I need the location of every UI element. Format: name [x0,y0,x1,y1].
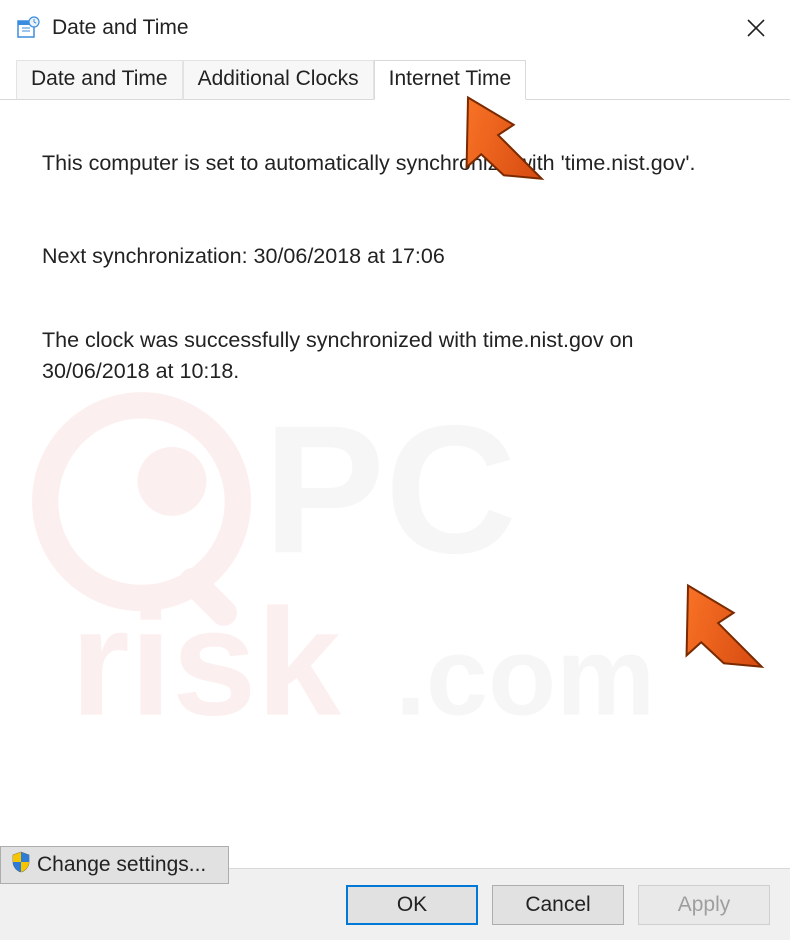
tab-additional-clocks[interactable]: Additional Clocks [183,60,374,100]
sync-status-text: This computer is set to automatically sy… [42,148,742,179]
tab-internet-time[interactable]: Internet Time [374,60,527,100]
close-button[interactable] [732,4,780,52]
change-settings-label: Change settings... [37,853,206,877]
cancel-button[interactable]: Cancel [492,885,624,925]
watermark: PC risk .com [30,380,760,754]
svg-text:.com: .com [395,614,655,739]
last-sync-text: The clock was successfully synchronized … [42,325,742,386]
svg-text:risk: risk [71,578,342,745]
close-icon [747,19,765,37]
apply-button: Apply [638,885,770,925]
ok-button[interactable]: OK [346,885,478,925]
tab-strip: Date and Time Additional Clocks Internet… [0,56,790,100]
window-title: Date and Time [52,16,732,40]
date-time-icon [16,16,40,40]
titlebar: Date and Time [0,0,790,56]
change-settings-button[interactable]: Change settings... [0,846,229,884]
tab-content: PC risk .com This computer is set to aut… [0,100,790,868]
tab-date-and-time[interactable]: Date and Time [16,60,183,100]
uac-shield-icon [11,851,31,879]
date-and-time-dialog: Date and Time Date and Time Additional C… [0,0,790,940]
change-settings-row: Change settings... [0,846,706,884]
next-sync-text: Next synchronization: 30/06/2018 at 17:0… [42,241,742,272]
svg-text:PC: PC [263,387,517,591]
